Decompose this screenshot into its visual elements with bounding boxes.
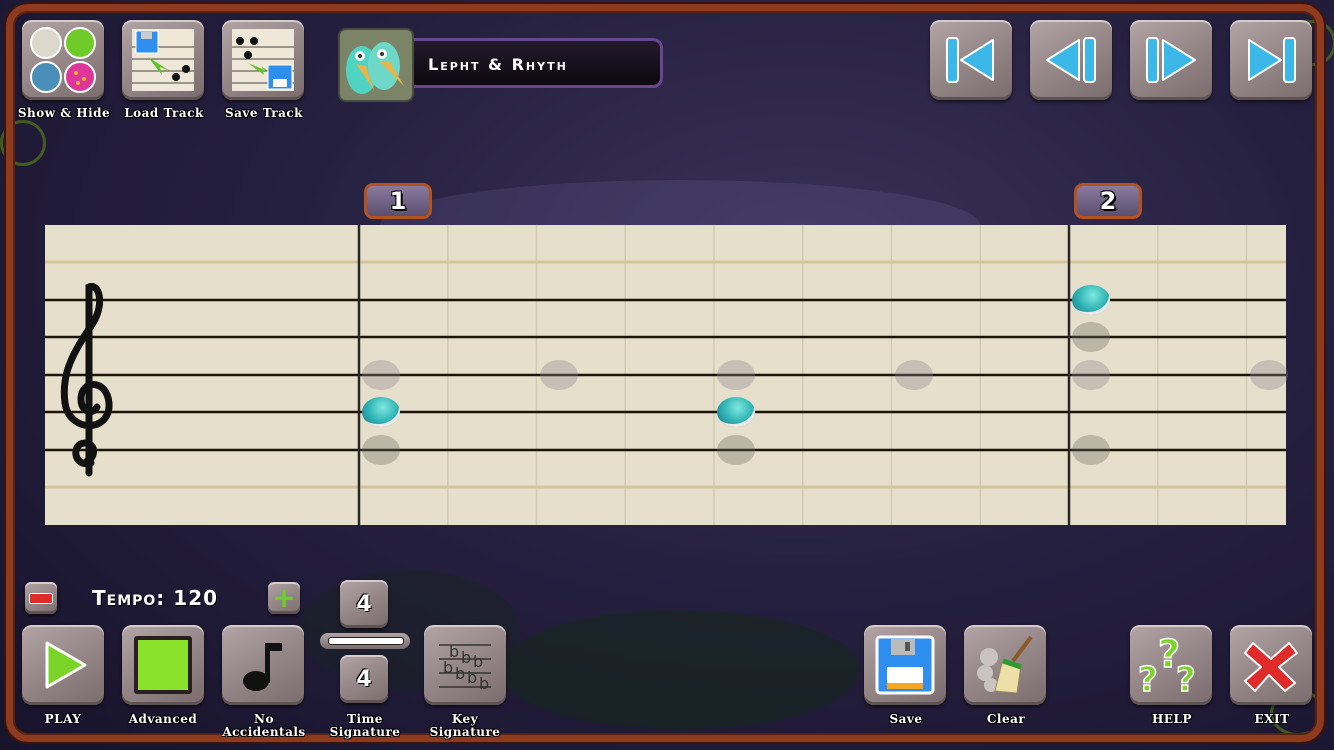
time-signature-denominator-button[interactable]: 4 [340,655,388,703]
svg-text:?: ? [1138,660,1158,697]
svg-text:b: b [443,658,453,677]
tempo-value: 120 [173,586,219,610]
flats-staff-icon: bbb bbbb [439,642,491,693]
question-marks-icon: ??? [1137,633,1196,697]
play-label: PLAY [44,712,82,726]
load-track-label: Load Track [124,106,204,120]
exit-label: EXIT [1254,712,1290,726]
tempo-label: Tempo: [92,586,166,610]
next-bar-button[interactable] [1130,20,1212,100]
bar-number-badge[interactable]: 1 [364,183,432,219]
svg-text:b: b [455,664,465,683]
save-label: Save [889,712,923,726]
save-track-button[interactable] [222,20,304,100]
play-button[interactable] [22,625,104,705]
bar-number-badge[interactable]: 2 [1074,183,1142,219]
plus-icon: + [272,581,296,614]
show-hide-label: Show & Hide [17,106,111,120]
monster-note[interactable] [362,397,400,427]
svg-text:b: b [467,668,477,687]
exit-button[interactable] [1230,625,1312,705]
advanced-square-icon [134,636,192,694]
svg-text:b: b [479,674,489,693]
ghost-note[interactable] [1072,435,1110,465]
play-icon [45,641,87,689]
help-button[interactable]: ??? [1130,625,1212,705]
close-x-icon [1244,642,1298,692]
treble-clef-icon [60,283,113,477]
ghost-note[interactable] [717,360,755,390]
ghost-note[interactable] [362,360,400,390]
divider-bar [328,637,404,645]
step-back-icon [1046,37,1096,83]
floppy-disk-icon [875,635,935,695]
skip-to-start-button[interactable] [930,20,1012,100]
no-accidentals-label: No Accidentals [222,712,306,739]
time-signature-label: Time Signature [329,712,401,739]
ghost-note[interactable] [539,360,578,390]
monster-portrait[interactable] [338,28,414,102]
ghost-note[interactable] [1072,322,1110,352]
monster-note[interactable] [1072,285,1110,315]
time-signature-divider [320,633,410,649]
clear-button[interactable] [964,625,1046,705]
advanced-button[interactable] [122,625,204,705]
skip-to-start-icon [946,37,994,83]
tempo-decrease-button[interactable] [25,582,57,614]
monster-portrait-icon [340,30,412,100]
help-label: HELP [1152,712,1192,726]
background-bush [500,610,860,730]
tempo-display: Tempo: 120 [92,586,218,610]
save-track-label: Save Track [224,106,303,120]
skip-to-end-icon [1248,37,1296,83]
ghost-note[interactable] [1249,360,1288,390]
clear-label: Clear [986,712,1026,726]
ghost-note[interactable] [894,360,933,390]
ghost-note[interactable] [1072,360,1110,390]
music-staff[interactable] [45,225,1288,525]
key-signature-button[interactable]: bbb bbbb [424,625,506,705]
save-button[interactable] [864,625,946,705]
eighth-note-icon [243,643,282,691]
ghost-note[interactable] [362,435,400,465]
key-signature-label: Key Signature [429,712,501,739]
svg-text:?: ? [1176,660,1196,697]
minus-icon [29,592,53,604]
vine-decoration [0,120,46,166]
show-hide-button[interactable] [22,20,104,100]
monster-name-panel: Lepht & Rhyth [405,38,663,88]
monster-note[interactable] [717,397,755,427]
step-forward-icon [1146,37,1196,83]
skip-to-end-button[interactable] [1230,20,1312,100]
ghost-note[interactable] [717,435,755,465]
tempo-increase-button[interactable]: + [268,582,300,614]
previous-bar-button[interactable] [1030,20,1112,100]
monster-name: Lepht & Rhyth [428,55,568,74]
advanced-label: Advanced [128,712,198,726]
time-signature-numerator-button[interactable]: 4 [340,580,388,628]
broom-icon [977,635,1033,694]
monster-eggs-icon [30,27,96,93]
no-accidentals-button[interactable] [222,625,304,705]
load-track-button[interactable] [122,20,204,100]
save-track-icon [232,29,294,91]
load-track-icon [132,29,194,91]
